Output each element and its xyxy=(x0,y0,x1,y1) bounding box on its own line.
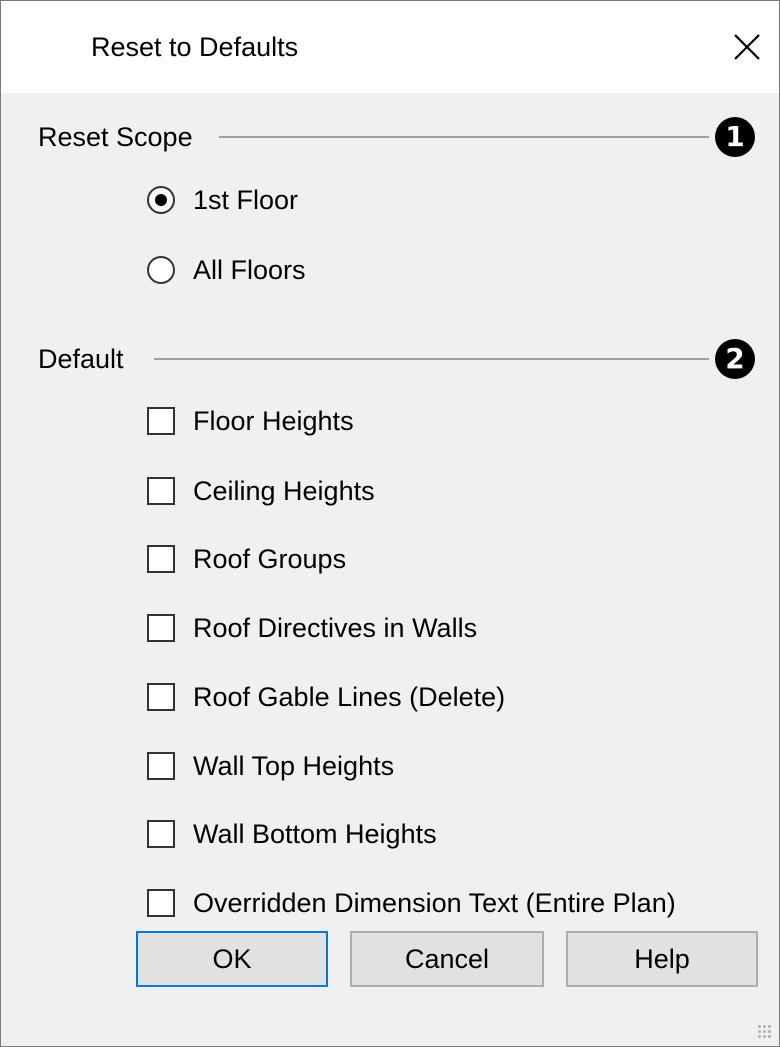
reset-scope-divider xyxy=(219,136,709,138)
checkbox[interactable] xyxy=(147,407,175,435)
checkbox[interactable] xyxy=(147,752,175,780)
radio-label: All Floors xyxy=(193,255,306,285)
close-icon xyxy=(734,34,760,60)
checkbox-ceiling-heights[interactable]: Ceiling Heights xyxy=(147,471,375,511)
checkbox[interactable] xyxy=(147,545,175,573)
help-button[interactable]: Help xyxy=(566,931,758,987)
dialog-title: Reset to Defaults xyxy=(91,32,299,62)
checkbox-label: Roof Gable Lines (Delete) xyxy=(193,682,506,712)
checkbox-label: Ceiling Heights xyxy=(193,476,375,506)
checkbox-roof-groups[interactable]: Roof Groups xyxy=(147,539,346,579)
checkbox-label: Overridden Dimension Text (Entire Plan) xyxy=(193,888,676,918)
checkbox-overridden-dimension-text[interactable]: Overridden Dimension Text (Entire Plan) xyxy=(147,883,676,923)
default-divider xyxy=(154,358,709,360)
default-group-label: Default xyxy=(38,344,124,374)
checkbox-wall-bottom-heights[interactable]: Wall Bottom Heights xyxy=(147,814,437,854)
reset-scope-group-label: Reset Scope xyxy=(38,122,193,152)
close-button[interactable] xyxy=(727,27,767,67)
radio-1st-floor[interactable]: 1st Floor xyxy=(147,180,298,220)
radio-all-floors[interactable]: All Floors xyxy=(147,250,306,290)
radio-button-selected[interactable] xyxy=(147,186,175,214)
checkbox-label: Roof Groups xyxy=(193,544,347,574)
checkbox[interactable] xyxy=(147,820,175,848)
checkbox[interactable] xyxy=(147,889,175,917)
ok-button[interactable]: OK xyxy=(136,931,328,987)
checkbox-label: Wall Bottom Heights xyxy=(193,819,437,849)
checkbox-roof-gable-lines[interactable]: Roof Gable Lines (Delete) xyxy=(147,677,505,717)
checkbox-wall-top-heights[interactable]: Wall Top Heights xyxy=(147,746,394,786)
checkbox[interactable] xyxy=(147,683,175,711)
checkbox-label: Wall Top Heights xyxy=(193,751,395,781)
checkbox[interactable] xyxy=(147,614,175,642)
checkbox-label: Floor Heights xyxy=(193,406,354,436)
checkbox[interactable] xyxy=(147,477,175,505)
checkbox-roof-directives[interactable]: Roof Directives in Walls xyxy=(147,608,477,648)
title-bar: Reset to Defaults xyxy=(1,1,779,93)
resize-grip-icon[interactable] xyxy=(757,1024,773,1040)
radio-label: 1st Floor xyxy=(193,185,299,215)
callout-marker-1: 1 xyxy=(715,117,755,157)
radio-button[interactable] xyxy=(147,256,175,284)
checkbox-label: Roof Directives in Walls xyxy=(193,613,478,643)
callout-marker-2: 2 xyxy=(715,339,755,379)
cancel-button[interactable]: Cancel xyxy=(350,931,544,987)
reset-to-defaults-dialog: Reset to Defaults Reset Scope 1 1st Floo… xyxy=(0,0,780,1047)
checkbox-floor-heights[interactable]: Floor Heights xyxy=(147,401,354,441)
